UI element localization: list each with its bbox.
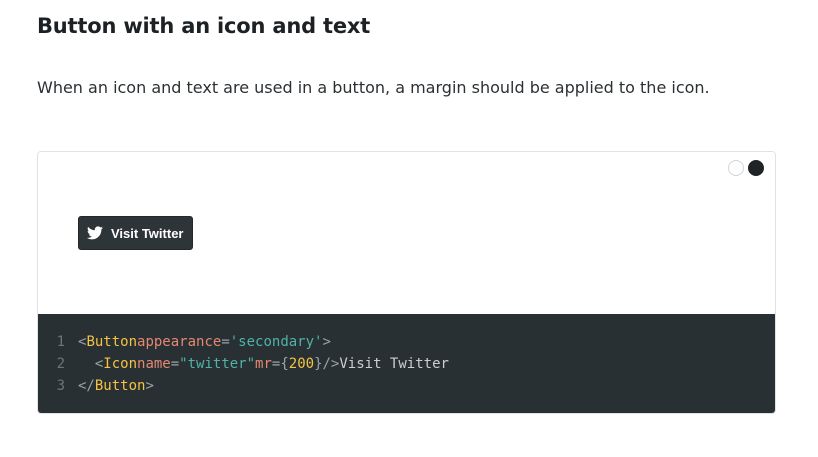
code-token: = [221, 334, 230, 350]
section-title: Button with an icon and text [37, 14, 371, 38]
code-token: 200 [288, 356, 315, 372]
code-token: > [322, 334, 331, 350]
code-token: > [145, 378, 154, 394]
code-token: Button [94, 378, 146, 394]
code-token: } [314, 356, 323, 372]
line-number: 2 [56, 356, 65, 372]
code-token: = [170, 356, 180, 372]
preview-area: Visit Twitter [38, 152, 775, 314]
light-theme-swatch[interactable] [728, 160, 744, 176]
code-line: 3 </Button > [38, 375, 775, 397]
theme-toggle [728, 160, 764, 176]
section-description: When an icon and text are used in a butt… [37, 78, 710, 97]
code-token: </ [78, 378, 95, 394]
code-token: < [78, 334, 87, 350]
twitter-icon [87, 226, 103, 240]
code-token: "twitter" [179, 356, 256, 372]
code-line: 2 < Icon name = "twitter" mr ={200} /> Visit… [38, 353, 775, 375]
code-token: name [137, 356, 171, 372]
dark-theme-swatch[interactable] [748, 160, 764, 176]
line-number: 3 [56, 378, 65, 394]
code-token: < [94, 356, 104, 372]
code-token: /> [322, 356, 340, 372]
line-number: 1 [56, 334, 65, 350]
code-token: Button [86, 334, 138, 350]
code-token: { [280, 356, 289, 372]
visit-twitter-button[interactable]: Visit Twitter [78, 216, 194, 250]
code-token: Visit Twitter [339, 356, 449, 372]
code-token: appearance [137, 334, 222, 350]
code-token: 'secondary' [229, 334, 323, 350]
code-token: mr [255, 356, 272, 372]
code-block: 1 < Button appearance ='secondary' > 2 < Icon… [38, 314, 775, 413]
code-token: = [271, 356, 281, 372]
button-label: Visit Twitter [111, 225, 184, 241]
code-line: 1 < Button appearance ='secondary' > [38, 331, 775, 353]
code-example-card: Visit Twitter 1 < Button appearance ='secon… [37, 151, 776, 414]
code-token: Icon [103, 356, 138, 372]
